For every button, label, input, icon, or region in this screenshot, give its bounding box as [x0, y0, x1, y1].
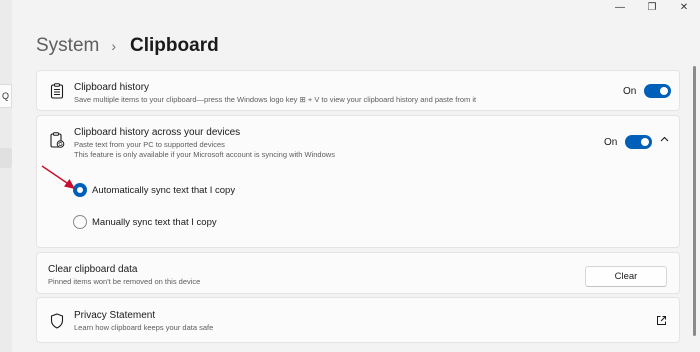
chevron-up-icon[interactable]	[660, 135, 669, 147]
radio-manual-sync-label: Manually sync text that I copy	[92, 216, 217, 228]
nav-pane	[0, 0, 12, 352]
sync-devices-card: Clipboard history across your devices Pa…	[36, 115, 680, 248]
nav-search-box[interactable]: Q	[0, 84, 12, 108]
clipboard-history-description: Save multiple items to your clipboard—pr…	[74, 95, 477, 104]
clipboard-history-toggle-label: On	[623, 86, 637, 97]
minimize-icon: —	[615, 1, 625, 13]
clear-button[interactable]: Clear	[585, 266, 667, 287]
sync-devices-toggle-label: On	[604, 137, 618, 148]
annotation-arrow	[41, 165, 75, 189]
page-title: Clipboard	[130, 35, 219, 56]
vertical-scrollbar[interactable]	[693, 66, 696, 336]
privacy-card[interactable]: Privacy Statement Learn how clipboard ke…	[36, 297, 680, 343]
external-link-icon[interactable]	[656, 313, 667, 331]
radio-auto-sync-label: Automatically sync text that I copy	[92, 184, 236, 196]
sync-devices-description-2: This feature is only available if your M…	[74, 150, 335, 159]
window-controls: — ❐ ✕	[604, 0, 700, 14]
search-icon: Q	[1, 91, 9, 101]
breadcrumb-separator-icon: ›	[111, 38, 117, 54]
nav-item-selected[interactable]	[0, 148, 12, 168]
clipboard-history-title: Clipboard history	[74, 82, 150, 93]
clipboard-sync-icon	[49, 131, 65, 148]
radio-manual-sync-button[interactable]	[73, 215, 87, 229]
clipboard-list-icon	[49, 83, 65, 99]
shield-icon	[49, 313, 65, 329]
sync-devices-title: Clipboard history across your devices	[74, 127, 241, 138]
clipboard-history-card: Clipboard history Save multiple items to…	[36, 70, 680, 111]
minimize-button[interactable]: —	[604, 0, 636, 14]
privacy-title: Privacy Statement	[74, 310, 156, 321]
clear-data-description: Pinned items won't be removed on this de…	[48, 277, 201, 286]
clear-data-card: Clear clipboard data Pinned items won't …	[36, 252, 680, 294]
restore-icon: ❐	[647, 1, 657, 13]
restore-button[interactable]: ❐	[636, 0, 668, 14]
breadcrumb-system-link[interactable]: System	[36, 35, 99, 57]
clipboard-history-toggle[interactable]	[644, 84, 671, 98]
radio-auto-sync[interactable]: Automatically sync text that I copy	[73, 183, 235, 197]
breadcrumb: System › Clipboard	[36, 32, 219, 60]
privacy-description: Learn how clipboard keeps your data safe	[74, 323, 214, 332]
sync-devices-toggle[interactable]	[625, 135, 652, 149]
clear-data-title: Clear clipboard data	[48, 264, 138, 275]
radio-manual-sync[interactable]: Manually sync text that I copy	[73, 215, 217, 229]
close-button[interactable]: ✕	[668, 0, 700, 14]
close-icon: ✕	[679, 1, 689, 13]
